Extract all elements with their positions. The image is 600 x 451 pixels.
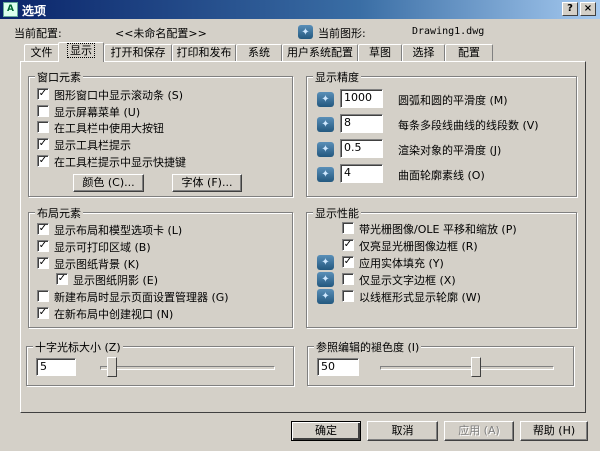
window-element-label-0: 图形窗口中显示滚动条 (S)	[54, 89, 184, 102]
display-performance-checkbox-3[interactable]	[342, 273, 354, 285]
current-drawing-value: Drawing1.dwg	[412, 26, 485, 37]
layout-elements-title: 布局元素	[35, 205, 83, 221]
tab-files[interactable]: 文件	[24, 44, 59, 61]
resolution-label-3: 曲面轮廓素线 (O)	[398, 169, 485, 182]
window-element-label-4: 在工具栏提示中显示快捷键	[54, 155, 186, 169]
apply-button[interactable]: 应用 (A)	[444, 421, 514, 441]
resolution-label-0: 圆弧和圆的平滑度 (M)	[398, 94, 508, 107]
window-element-checkbox-0[interactable]: ✓	[37, 88, 49, 100]
close-button[interactable]: ×	[580, 2, 596, 16]
layout-element-label-2: 显示图纸背景 (K)	[54, 257, 140, 271]
layout-element-label-0: 显示布局和模型选项卡 (L)	[54, 224, 183, 237]
window-title: 选项	[22, 4, 47, 18]
tab-drafting[interactable]: 草图	[358, 44, 402, 61]
tab-display-label: 显示	[67, 43, 95, 58]
crosshair-size-slider[interactable]	[100, 366, 275, 370]
display-performance-label-1: 仅亮显光栅图像边框 (R)	[359, 240, 478, 253]
window-element-checkbox-2[interactable]	[37, 121, 49, 134]
resolution-input-3[interactable]: 4	[340, 164, 383, 183]
help-title-button[interactable]: ?	[562, 2, 578, 16]
drawing-saved-icon: ✦	[317, 289, 334, 304]
layout-element-label-5: 在新布局中创建视口 (N)	[54, 308, 174, 321]
layout-element-checkbox-3[interactable]: ✓	[56, 273, 68, 286]
ok-button[interactable]: 确定	[291, 421, 361, 441]
tab-selection[interactable]: 选择	[402, 44, 445, 61]
layout-element-checkbox-1[interactable]: ✓	[37, 239, 49, 252]
colors-button[interactable]: 颜色 (C)...	[73, 174, 144, 192]
window-elements-title: 窗口元素	[35, 69, 83, 85]
display-performance-checkbox-0[interactable]	[342, 222, 354, 234]
window-element-checkbox-4[interactable]: ✓	[37, 154, 49, 167]
crosshair-size-title: 十字光标大小 (Z)	[33, 339, 123, 355]
resolution-input-0[interactable]: 1000	[340, 89, 383, 108]
drawing-saved-icon: ✦	[317, 92, 334, 107]
layout-element-label-4: 新建布局时显示页面设置管理器 (G)	[54, 291, 229, 305]
window-element-checkbox-3[interactable]: ✓	[37, 138, 49, 151]
layout-element-checkbox-2[interactable]: ✓	[37, 256, 49, 269]
window-element-checkbox-1[interactable]	[37, 104, 49, 117]
display-performance-label-4: 以线框形式显示轮廓 (W)	[359, 291, 481, 304]
resolution-label-2: 渲染对象的平滑度 (J)	[398, 144, 502, 157]
tab-plot-publish[interactable]: 打印和发布	[172, 44, 236, 61]
display-performance-checkbox-1[interactable]: ✓	[342, 239, 354, 251]
app-icon: A	[3, 2, 18, 17]
layout-element-label-3: 显示图纸阴影 (E)	[73, 274, 159, 288]
current-profile-value: <<未命名配置>>	[115, 27, 207, 40]
layout-element-checkbox-5[interactable]: ✓	[37, 307, 49, 319]
display-performance-checkbox-4[interactable]	[342, 290, 354, 302]
fonts-button[interactable]: 字体 (F)...	[172, 174, 242, 192]
help-button[interactable]: 帮助 (H)	[520, 421, 588, 441]
crosshair-size-input[interactable]: 5	[36, 358, 76, 376]
current-drawing-label: 当前图形:	[318, 27, 366, 40]
drawing-saved-icon: ✦	[317, 272, 334, 287]
resolution-label-1: 每条多段线曲线的线段数 (V)	[398, 119, 539, 132]
title-bar: A 选项 ? ×	[0, 0, 600, 19]
tab-display[interactable]: 显示	[58, 42, 104, 62]
xref-fade-slider-thumb[interactable]	[471, 357, 482, 377]
tab-system[interactable]: 系统	[236, 44, 282, 61]
drawing-saved-icon: ✦	[317, 142, 334, 157]
resolution-input-2[interactable]: 0.5	[340, 139, 383, 158]
display-performance-checkbox-2[interactable]: ✓	[342, 256, 354, 268]
drawing-icon: ✦	[298, 25, 313, 39]
xref-fade-input[interactable]: 50	[317, 358, 359, 376]
tab-open-save[interactable]: 打开和保存	[104, 44, 172, 61]
resolution-input-1[interactable]: 8	[340, 114, 383, 133]
drawing-saved-icon: ✦	[317, 167, 334, 182]
xref-fade-title: 参照编辑的褪色度 (I)	[314, 339, 422, 355]
layout-element-checkbox-4[interactable]	[37, 290, 49, 303]
display-performance-label-0: 带光栅图像/OLE 平移和缩放 (P)	[359, 223, 517, 236]
layout-element-label-1: 显示可打印区域 (B)	[54, 240, 151, 254]
crosshair-size-slider-thumb[interactable]	[106, 357, 117, 377]
display-resolution-title: 显示精度	[313, 69, 361, 85]
window-element-label-3: 显示工具栏提示	[54, 139, 131, 153]
cancel-button[interactable]: 取消	[367, 421, 438, 441]
tab-profiles[interactable]: 配置	[445, 44, 493, 61]
xref-fade-slider[interactable]	[380, 366, 554, 370]
current-profile-label: 当前配置:	[14, 27, 62, 40]
drawing-saved-icon: ✦	[317, 255, 334, 270]
window-element-label-2: 在工具栏中使用大按钮	[54, 122, 164, 136]
layout-element-checkbox-0[interactable]: ✓	[37, 223, 49, 235]
display-performance-label-3: 仅显示文字边框 (X)	[359, 274, 456, 287]
tab-user-preferences[interactable]: 用户系统配置	[282, 44, 358, 61]
display-performance-label-2: 应用实体填充 (Y)	[359, 257, 444, 270]
display-performance-title: 显示性能	[313, 205, 361, 221]
window-element-label-1: 显示屏幕菜单 (U)	[54, 105, 141, 119]
drawing-saved-icon: ✦	[317, 117, 334, 132]
